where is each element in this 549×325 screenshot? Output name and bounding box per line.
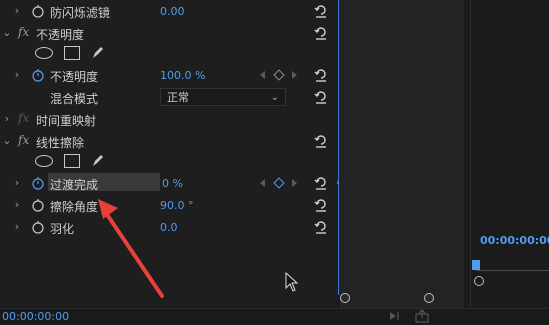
chevron-right-icon[interactable]: › [2, 113, 12, 124]
reset-icon[interactable] [313, 175, 329, 191]
linear-wipe-mask-tools [0, 150, 338, 172]
blend-mode-selected: 正常 [167, 91, 189, 104]
feather-value[interactable]: 0.0 [160, 221, 178, 234]
add-keyframe-button[interactable] [273, 177, 285, 189]
chevron-down-icon[interactable]: ⌄ [2, 135, 12, 146]
mouse-pointer-icon [285, 272, 299, 292]
feather-row: › 羽化 0.0 [0, 216, 338, 238]
ellipse-mask-tool[interactable] [35, 47, 53, 59]
rectangle-mask-tool[interactable] [64, 46, 80, 60]
chevron-right-icon[interactable]: › [12, 177, 22, 188]
fx-badge[interactable]: fx [18, 25, 29, 39]
export-icon[interactable] [414, 309, 430, 323]
linear-wipe-effect-header[interactable]: ⌄ fx 线性擦除 [0, 130, 338, 152]
ellipse-mask-tool[interactable] [35, 155, 53, 167]
current-timecode[interactable]: 00:00:00:00 [2, 310, 69, 323]
wipe-angle-row: › 擦除角度 90.0 ° [0, 194, 338, 216]
feather-label: 羽化 [50, 222, 75, 236]
add-keyframe-button[interactable] [273, 69, 285, 81]
monitor-timebar[interactable] [476, 270, 549, 271]
monitor-zoom-handle[interactable] [474, 276, 484, 286]
chevron-right-icon[interactable]: › [12, 69, 22, 80]
opacity-effect-title: 不透明度 [36, 28, 85, 42]
reset-icon[interactable] [313, 25, 329, 41]
next-keyframe-button[interactable] [292, 71, 297, 79]
reset-icon[interactable] [313, 67, 329, 83]
time-remap-title: 时间重映射 [36, 114, 97, 128]
chevron-down-icon: ⌄ [270, 92, 279, 103]
anti-flicker-value[interactable]: 0.00 [160, 5, 185, 18]
monitor-playhead[interactable] [472, 260, 480, 270]
time-remap-effect-header[interactable]: › fx 时间重映射 [0, 108, 338, 130]
chevron-down-icon[interactable]: ⌄ [2, 27, 12, 38]
anti-flicker-row: › 防闪烁滤镜 0.00 [0, 0, 338, 22]
opacity-effect-header[interactable]: ⌄ fx 不透明度 [0, 22, 338, 44]
effect-timeline-area[interactable] [338, 0, 464, 324]
stopwatch-icon[interactable] [31, 68, 45, 82]
pen-icon[interactable] [90, 152, 106, 168]
blend-mode-label: 混合模式 [50, 92, 99, 106]
blend-mode-dropdown[interactable]: 正常 ⌄ [160, 88, 286, 106]
prev-keyframe-button[interactable] [260, 179, 265, 187]
timeline-zoom-scrollbar[interactable] [340, 293, 434, 303]
opacity-param-row: › 不透明度 100.0 % [0, 64, 338, 86]
next-keyframe-button[interactable] [292, 179, 297, 187]
reset-icon[interactable] [313, 133, 329, 149]
fx-badge[interactable]: fx [18, 111, 29, 125]
reset-icon[interactable] [313, 3, 329, 19]
stopwatch-icon[interactable] [31, 4, 45, 18]
linear-wipe-title: 线性擦除 [36, 136, 85, 150]
blend-mode-row: 混合模式 正常 ⌄ [0, 86, 338, 108]
stopwatch-icon[interactable] [31, 198, 45, 212]
prev-keyframe-button[interactable] [260, 71, 265, 79]
transition-completion-label: 过渡完成 [50, 178, 99, 192]
opacity-param-value[interactable]: 100.0 % [160, 69, 205, 82]
chevron-right-icon[interactable]: › [12, 5, 22, 16]
stopwatch-icon[interactable] [31, 220, 45, 234]
scroll-handle-left[interactable] [340, 293, 350, 303]
reset-icon[interactable] [313, 197, 329, 213]
opacity-mask-tools [0, 42, 338, 64]
pen-icon[interactable] [90, 44, 106, 60]
reset-icon[interactable] [313, 89, 329, 105]
transition-completion-value[interactable]: 0 % [162, 177, 183, 190]
bottom-bar [0, 308, 549, 325]
transition-completion-row: › 过渡完成 0 % [0, 172, 338, 194]
chevron-right-icon[interactable]: › [12, 199, 22, 210]
wipe-angle-value[interactable]: 90.0 ° [160, 199, 194, 212]
chevron-right-icon: › [336, 178, 340, 188]
reset-icon[interactable] [313, 219, 329, 235]
scroll-handle-right[interactable] [424, 293, 434, 303]
effect-timeline-playhead[interactable] [338, 0, 339, 295]
monitor-timecode[interactable]: 00:00:00:00 [480, 234, 549, 247]
opacity-param-label: 不透明度 [50, 70, 99, 84]
stopwatch-icon[interactable] [31, 176, 45, 190]
rectangle-mask-tool[interactable] [64, 154, 80, 168]
anti-flicker-label: 防闪烁滤镜 [50, 6, 111, 20]
fx-badge[interactable]: fx [18, 133, 29, 147]
monitor-divider [470, 0, 471, 324]
wipe-angle-label: 擦除角度 [50, 200, 99, 214]
chevron-right-icon[interactable]: › [12, 221, 22, 232]
play-audio-icon[interactable] [388, 309, 402, 323]
